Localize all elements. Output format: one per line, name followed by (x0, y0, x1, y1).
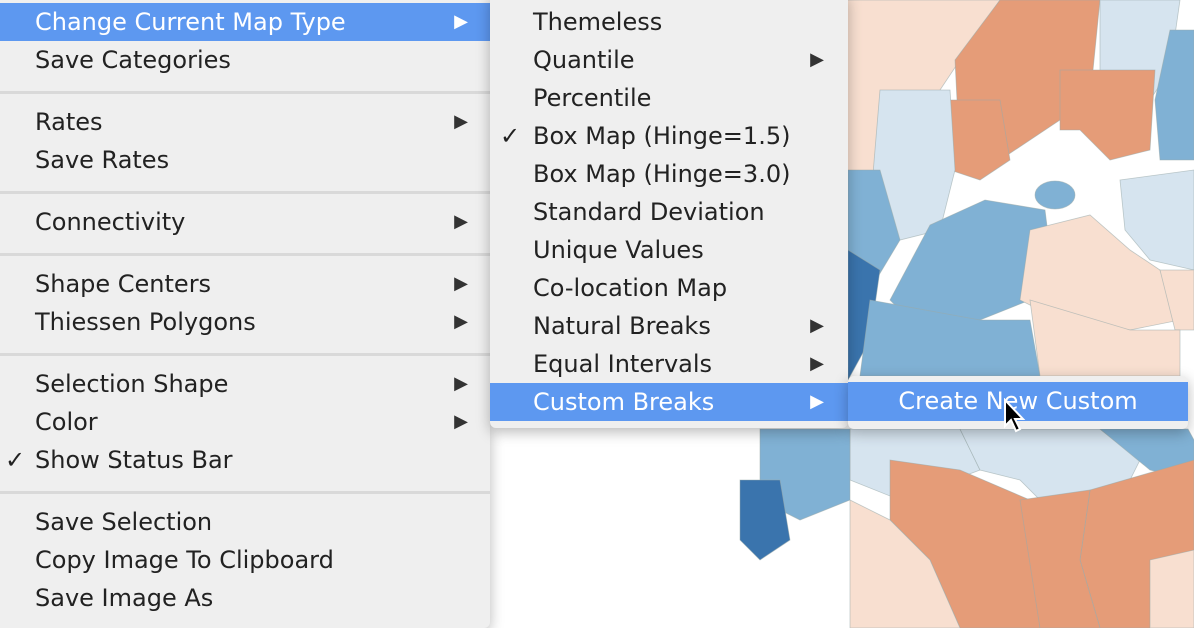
mouse-pointer-icon (1004, 398, 1026, 433)
menu-item-show-status-bar[interactable]: ✓ Show Status Bar (0, 441, 490, 479)
submenu-arrow-icon: ▶ (810, 49, 824, 70)
submenu-arrow-icon: ▶ (454, 373, 468, 394)
menu-item-copy-image[interactable]: Copy Image To Clipboard (0, 541, 490, 579)
menu-item-equal-intervals[interactable]: Equal Intervals ▶ (490, 345, 848, 383)
menu-item-label: Save Image As (35, 584, 214, 612)
submenu-arrow-icon: ▶ (810, 353, 824, 374)
menu-item-save-categories[interactable]: Save Categories (0, 41, 490, 79)
map-region (1059, 69, 1156, 161)
menu-item-label: Co-location Map (533, 274, 728, 302)
submenu-arrow-icon: ▶ (454, 211, 468, 232)
menu-item-label: Unique Values (533, 236, 704, 264)
menu-item-label: Selection Shape (35, 370, 229, 398)
menu-item-label: Rates (35, 108, 103, 136)
menu-item-label: Themeless (533, 8, 663, 36)
menu-item-label: Standard Deviation (533, 198, 765, 226)
menu-item-label: Copy Image To Clipboard (35, 546, 334, 574)
menu-item-co-location-map[interactable]: Co-location Map (490, 269, 848, 307)
menu-item-label: Percentile (533, 84, 652, 112)
menu-item-percentile[interactable]: Percentile (490, 79, 848, 117)
map-region (949, 99, 1011, 181)
menu-separator (0, 491, 490, 494)
menu-item-box-map-1-5[interactable]: ✓ Box Map (Hinge=1.5) (490, 117, 848, 155)
menu-item-box-map-3-0[interactable]: Box Map (Hinge=3.0) (490, 155, 848, 193)
menu-item-save-selection[interactable]: Save Selection (0, 503, 490, 541)
menu-item-quantile[interactable]: Quantile ▶ (490, 41, 848, 79)
menu-item-natural-breaks[interactable]: Natural Breaks ▶ (490, 307, 848, 345)
menu-item-color[interactable]: Color ▶ (0, 403, 490, 441)
menu-item-rates[interactable]: Rates ▶ (0, 103, 490, 141)
map-region (1149, 549, 1194, 628)
menu-item-connectivity[interactable]: Connectivity ▶ (0, 203, 490, 241)
menu-item-label: Quantile (533, 46, 635, 74)
menu-item-themeless[interactable]: Themeless (490, 3, 848, 41)
submenu-arrow-icon: ▶ (454, 11, 468, 32)
submenu-arrow-icon: ▶ (454, 273, 468, 294)
menu-item-save-image-as[interactable]: Save Image As (0, 579, 490, 617)
menu-item-label: Show Status Bar (35, 446, 233, 474)
menu-item-label: Save Rates (35, 146, 170, 174)
submenu-arrow-icon: ▶ (454, 311, 468, 332)
menu-item-change-map-type[interactable]: Change Current Map Type ▶ (0, 3, 490, 41)
menu-item-label: Shape Centers (35, 270, 212, 298)
menu-item-label: Save Selection (35, 508, 213, 536)
menu-item-label: Equal Intervals (533, 350, 713, 378)
menu-item-label: Thiessen Polygons (35, 308, 256, 336)
menu-item-label: Change Current Map Type (35, 8, 346, 36)
menu-separator (0, 191, 490, 194)
menu-item-label: Color (35, 408, 98, 436)
submenu-arrow-icon: ▶ (454, 111, 468, 132)
submenu-arrow-icon: ▶ (454, 411, 468, 432)
submenu-arrow-icon: ▶ (810, 315, 824, 336)
checkmark-icon: ✓ (500, 122, 521, 150)
menu-item-label: Connectivity (35, 208, 186, 236)
checkmark-icon: ✓ (5, 446, 26, 474)
menu-item-selection-shape[interactable]: Selection Shape ▶ (0, 365, 490, 403)
menu-item-label: Custom Breaks (533, 388, 715, 416)
menu-item-custom-breaks[interactable]: Custom Breaks ▶ (490, 383, 848, 421)
menu-separator (0, 253, 490, 256)
map-region (1034, 180, 1076, 210)
menu-item-label: Box Map (Hinge=3.0) (533, 160, 791, 188)
menu-item-shape-centers[interactable]: Shape Centers ▶ (0, 265, 490, 303)
submenu-arrow-icon: ▶ (810, 391, 824, 412)
menu-separator (0, 353, 490, 356)
menu-item-label: Natural Breaks (533, 312, 711, 340)
menu-item-unique-values[interactable]: Unique Values (490, 231, 848, 269)
map-type-submenu: Themeless Quantile ▶ Percentile ✓ Box Map … (490, 0, 848, 428)
menu-item-label: Save Categories (35, 46, 231, 74)
menu-item-standard-deviation[interactable]: Standard Deviation (490, 193, 848, 231)
menu-item-thiessen-polygons[interactable]: Thiessen Polygons ▶ (0, 303, 490, 341)
menu-item-save-rates[interactable]: Save Rates (0, 141, 490, 179)
context-menu: Change Current Map Type ▶ Save Categories… (0, 0, 490, 628)
menu-item-label: Box Map (Hinge=1.5) (533, 122, 791, 150)
menu-separator (0, 91, 490, 94)
